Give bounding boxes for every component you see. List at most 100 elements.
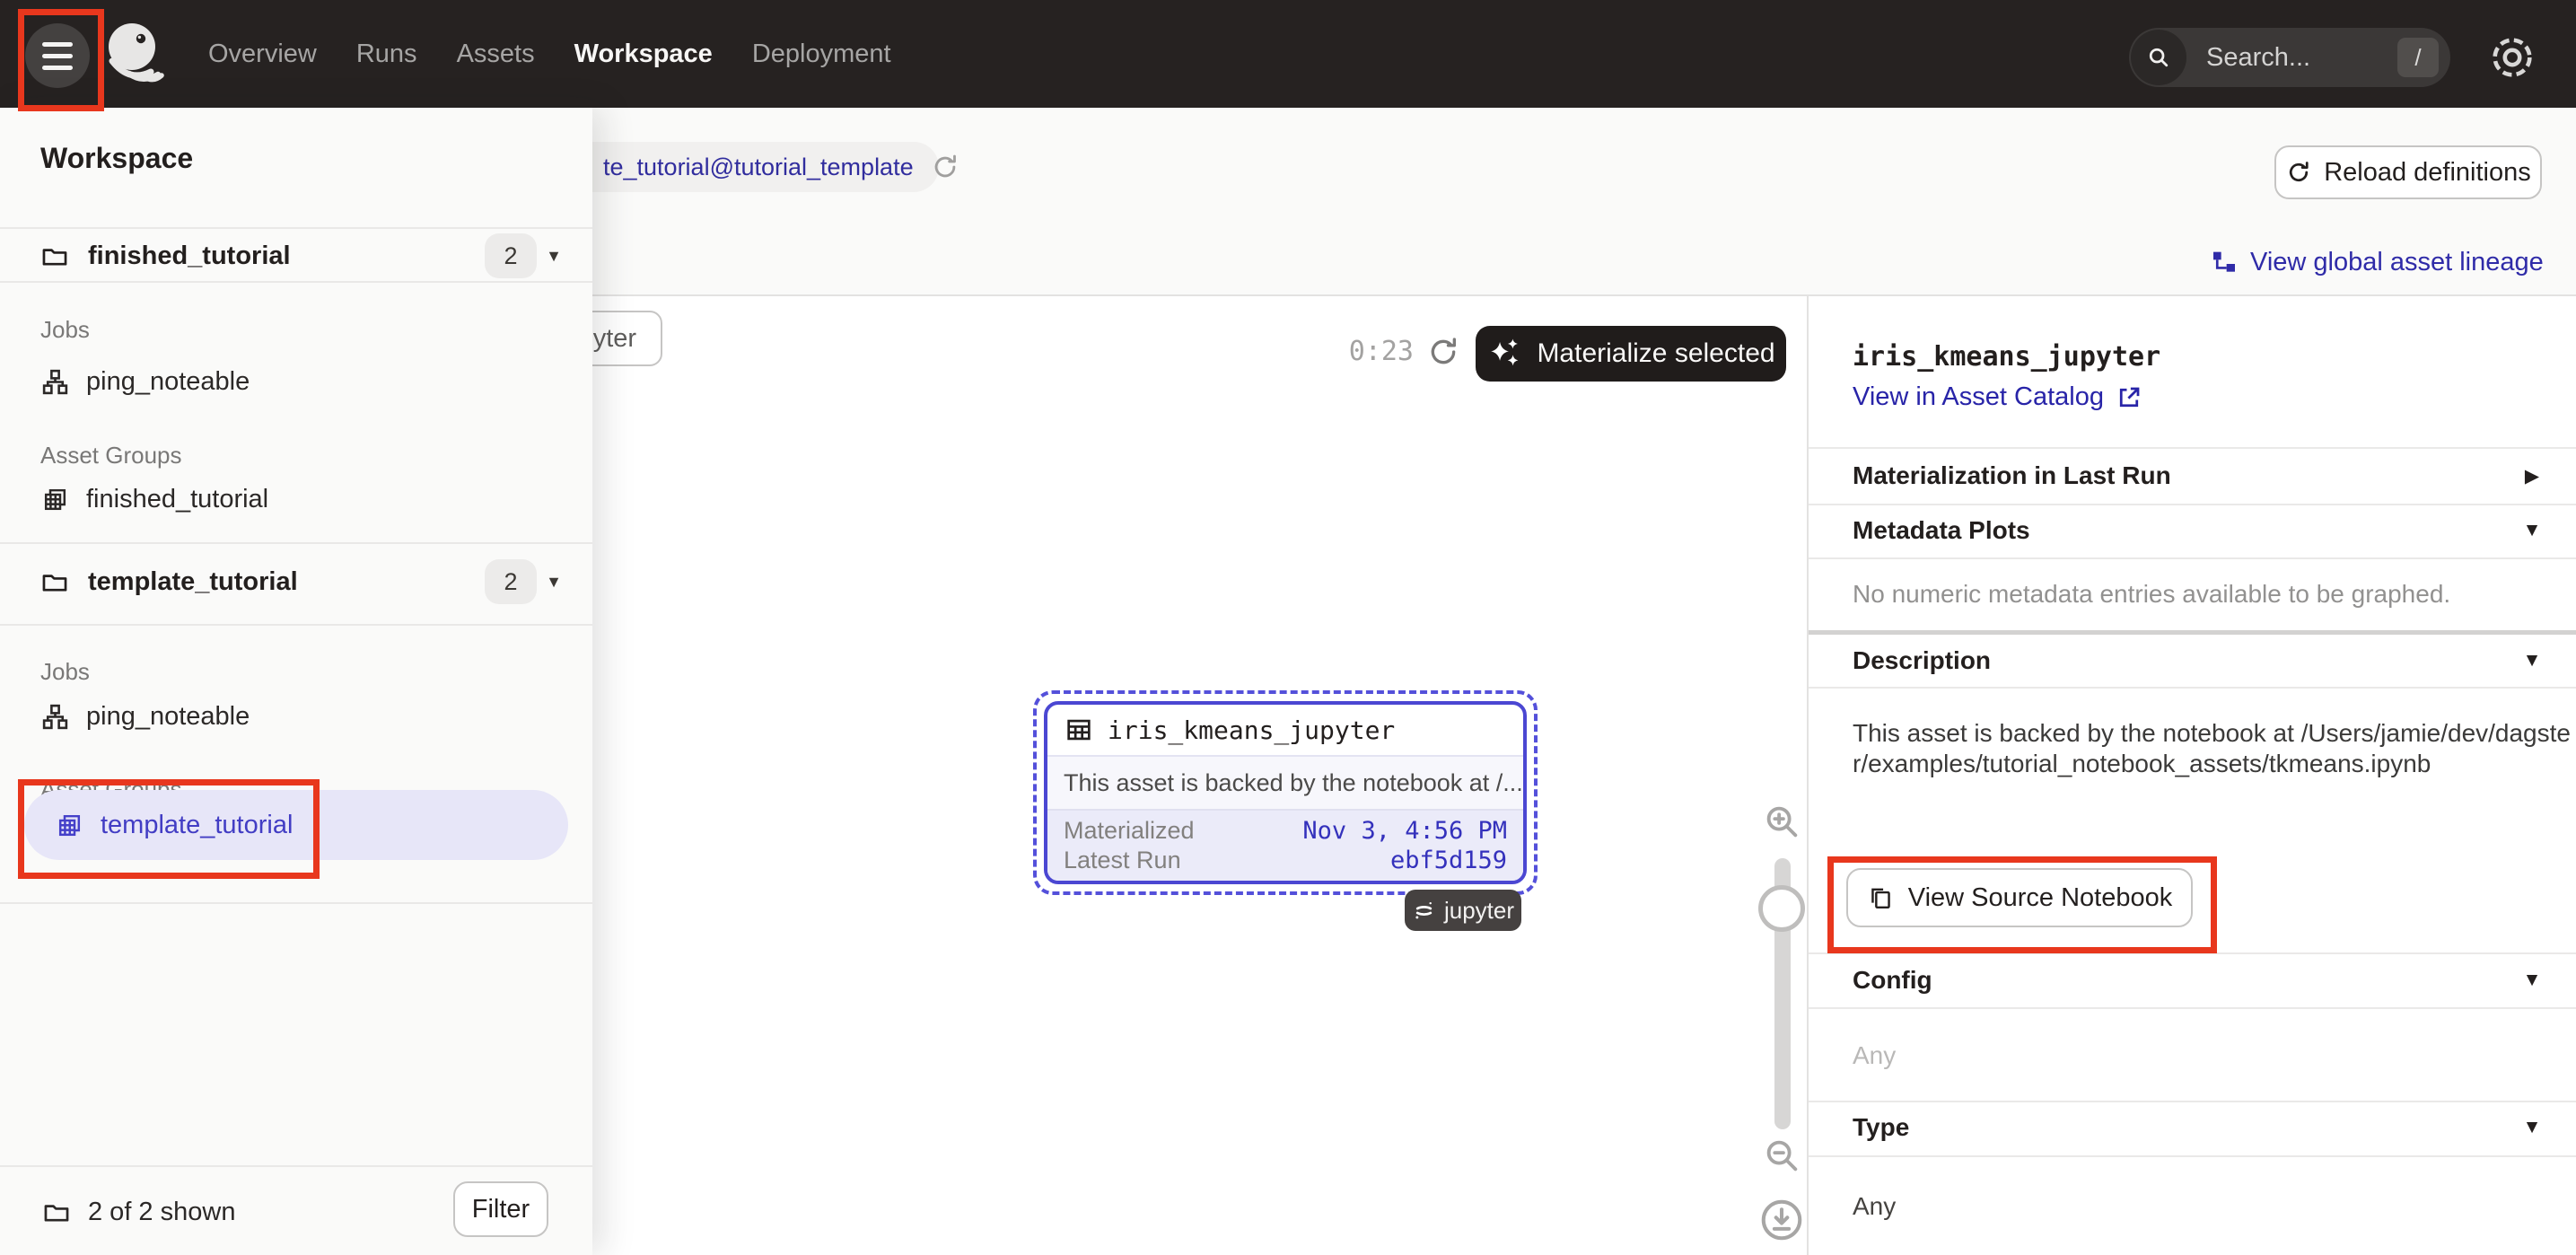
nav-runs[interactable]: Runs: [356, 39, 417, 69]
latest-run-value[interactable]: ebf5d159: [1390, 847, 1507, 874]
search-shortcut-key: /: [2397, 38, 2439, 77]
top-nav: Overview Runs Assets Workspace Deploymen…: [0, 0, 2576, 108]
search-placeholder: Search...: [2206, 43, 2310, 73]
breadcrumb-refresh-icon[interactable]: [930, 152, 960, 182]
sidebar-item-group-finished-tutorial[interactable]: finished_tutorial: [0, 474, 592, 524]
job-name: ping_noteable: [86, 367, 250, 397]
canvas-refresh-icon[interactable]: [1425, 334, 1461, 370]
asset-groups-section-label: Asset Groups: [40, 442, 182, 470]
section-description[interactable]: Description: [1853, 643, 1991, 679]
nav-overview[interactable]: Overview: [208, 39, 317, 69]
jupyter-icon: [1412, 899, 1436, 923]
type-value: Any: [1853, 1192, 1896, 1221]
description-text: This asset is backed by the notebook at …: [1853, 718, 2571, 779]
materialized-value[interactable]: Nov 3, 4:56 PM: [1302, 817, 1507, 845]
annotation-box-hamburger: [18, 9, 104, 111]
folder-icon: [41, 1197, 72, 1227]
materialized-row: Materialized Nov 3, 4:56 PM: [1064, 817, 1507, 845]
divider: [1809, 630, 2576, 635]
section-metadata-plots[interactable]: Metadata Plots: [1853, 513, 2030, 549]
chevron-down-icon[interactable]: ▼: [2519, 513, 2545, 549]
folder-icon: [39, 566, 70, 597]
materialized-label: Materialized: [1064, 817, 1195, 845]
annotation-box-template-tutorial: [18, 779, 320, 879]
section-type[interactable]: Type: [1853, 1110, 1909, 1145]
repo-name: finished_tutorial: [88, 241, 291, 271]
chevron-down-icon[interactable]: ▼: [2519, 962, 2545, 998]
config-value: Any: [1853, 1041, 1896, 1070]
divider: [0, 902, 592, 904]
divider: [1809, 687, 2576, 689]
section-config[interactable]: Config: [1853, 962, 1932, 998]
download-image-icon[interactable]: [1757, 1196, 1806, 1244]
catalog-link-label: View in Asset Catalog: [1853, 382, 2104, 412]
latest-run-label: Latest Run: [1064, 847, 1181, 874]
asset-node-iris-kmeans-jupyter[interactable]: iris_kmeans_jupyter This asset is backed…: [1044, 701, 1527, 884]
reload-definitions-button[interactable]: Reload definitions: [2274, 145, 2542, 199]
reload-icon: [2285, 159, 2312, 186]
table-icon: [1064, 715, 1094, 745]
annotation-box-source-notebook: [1827, 856, 2217, 953]
chevron-down-icon[interactable]: ▼: [539, 233, 569, 278]
chevron-down-icon[interactable]: ▼: [2519, 1110, 2545, 1145]
view-global-asset-lineage-link[interactable]: View global asset lineage: [2210, 244, 2544, 280]
divider: [0, 281, 592, 283]
divider: [0, 624, 592, 626]
divider: [1809, 1007, 2576, 1009]
panel-asset-title: iris_kmeans_jupyter: [1853, 341, 2160, 373]
metadata-empty-message: No numeric metadata entries available to…: [1853, 580, 2450, 609]
asset-node-header: iris_kmeans_jupyter: [1047, 705, 1523, 755]
reload-definitions-label: Reload definitions: [2324, 158, 2531, 188]
jobs-section-label: Jobs: [40, 658, 90, 686]
sparkles-icon: [1486, 335, 1524, 373]
primary-nav: Overview Runs Assets Workspace Deploymen…: [208, 0, 891, 108]
divider: [1809, 1155, 2576, 1157]
refresh-timer: 0:23: [1342, 336, 1414, 367]
folder-icon: [39, 241, 70, 271]
shown-count: 2 of 2 shown: [88, 1198, 235, 1227]
workspace-sidebar: Workspace finished_tutorial 2 ▼ Jobs pin…: [0, 108, 592, 1255]
sidebar-item-job-ping-noteable[interactable]: ping_noteable: [0, 356, 592, 407]
dagster-app: Overview Runs Assets Workspace Deploymen…: [0, 0, 2576, 1255]
dagster-logo: [102, 16, 167, 93]
chevron-right-icon[interactable]: ▶: [2519, 458, 2545, 494]
section-materialization-last-run[interactable]: Materialization in Last Run: [1853, 458, 2171, 494]
asset-node-stats: Materialized Nov 3, 4:56 PM Latest Run e…: [1047, 809, 1523, 881]
nav-workspace[interactable]: Workspace: [574, 39, 713, 69]
zoom-in-icon[interactable]: [1761, 801, 1802, 842]
job-name: ping_noteable: [86, 702, 250, 732]
chevron-down-icon[interactable]: ▼: [2519, 643, 2545, 679]
materialize-selected-button[interactable]: Materialize selected: [1476, 326, 1786, 382]
asset-node-description: This asset is backed by the notebook at …: [1047, 755, 1523, 809]
compute-kind-tag-jupyter[interactable]: jupyter: [1405, 890, 1521, 931]
sidebar-item-job-ping-noteable[interactable]: ping_noteable: [0, 691, 592, 742]
zoom-slider-thumb[interactable]: [1758, 885, 1805, 932]
divider: [1809, 447, 2576, 449]
latest-run-row: Latest Run ebf5d159: [1064, 847, 1507, 874]
zoom-out-icon[interactable]: [1761, 1135, 1802, 1176]
compute-kind-label: jupyter: [1444, 897, 1514, 925]
chevron-down-icon[interactable]: ▼: [539, 559, 569, 604]
jobs-section-label: Jobs: [40, 316, 90, 344]
divider: [1809, 1101, 2576, 1102]
view-in-asset-catalog-link[interactable]: View in Asset Catalog: [1853, 382, 2142, 412]
breadcrumb: te_tutorial@tutorial_template: [603, 154, 914, 181]
divider: [0, 542, 592, 544]
repo-name: template_tutorial: [88, 567, 298, 597]
repo-count-badge: 2: [485, 233, 537, 278]
breadcrumb-chip[interactable]: te_tutorial@tutorial_template: [539, 142, 939, 192]
search-input[interactable]: Search... /: [2129, 28, 2450, 87]
search-icon: [2131, 30, 2186, 85]
divider: [1809, 557, 2576, 559]
materialize-selected-label: Materialize selected: [1537, 338, 1774, 369]
nav-assets[interactable]: Assets: [457, 39, 535, 69]
nav-deployment[interactable]: Deployment: [752, 39, 891, 69]
lineage-label: View global asset lineage: [2250, 248, 2544, 277]
sidebar-title: Workspace: [40, 142, 193, 175]
repo-count-badge: 2: [485, 559, 537, 604]
lineage-icon: [2210, 248, 2239, 276]
settings-gear-icon[interactable]: [2486, 31, 2538, 83]
job-icon: [40, 367, 70, 397]
filter-button[interactable]: Filter: [453, 1181, 548, 1237]
external-link-icon: [2116, 384, 2142, 411]
